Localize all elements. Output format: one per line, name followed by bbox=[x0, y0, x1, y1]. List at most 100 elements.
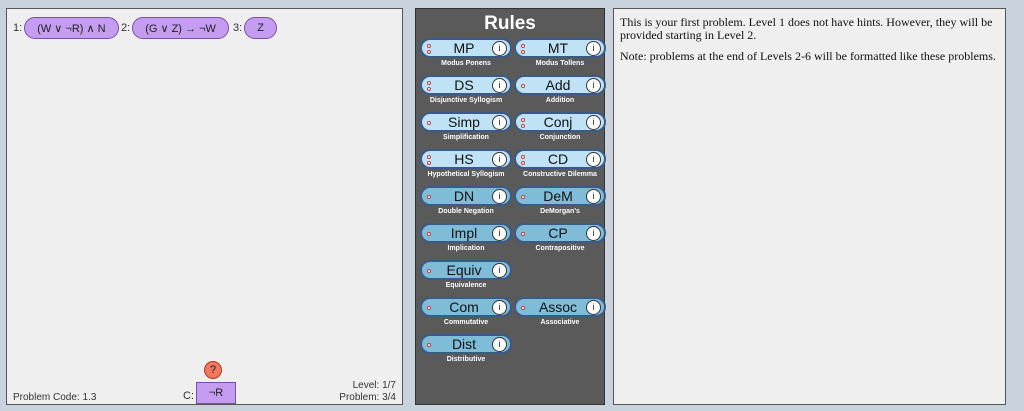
progress-info: Level: 1/7 Problem: 3/4 bbox=[339, 380, 396, 404]
conclusion-box: ¬R bbox=[196, 382, 236, 404]
slot-dot-icon bbox=[427, 120, 431, 125]
slot-dot-icon bbox=[521, 154, 525, 159]
rule-button-hs[interactable]: HS i bbox=[420, 149, 512, 169]
slot-dot-icon bbox=[427, 268, 431, 273]
slot-dot-icon bbox=[427, 154, 431, 159]
info-icon[interactable]: i bbox=[492, 41, 507, 56]
rule-name: DeMorgan's bbox=[540, 208, 580, 215]
rule-name: Distributive bbox=[446, 356, 486, 363]
rule-abbr: DN bbox=[453, 188, 475, 204]
premise-slots-icon bbox=[427, 79, 432, 92]
rule-name: Addition bbox=[545, 97, 575, 104]
premise-slots-icon bbox=[521, 116, 526, 129]
premise-slots-icon bbox=[521, 227, 526, 240]
premise-formula[interactable]: Z bbox=[244, 17, 277, 39]
conclusion-label: C: bbox=[183, 390, 194, 402]
rule-abbr: DS bbox=[454, 77, 474, 93]
rule-name: Contrapositive bbox=[535, 245, 585, 252]
rules-title: Rules bbox=[484, 13, 536, 34]
rule-abbr: CP bbox=[548, 225, 568, 241]
slot-dot-icon bbox=[521, 305, 525, 310]
problem-code: Problem Code: 1.3 bbox=[13, 392, 97, 403]
rule-button-dn[interactable]: DN i bbox=[420, 186, 512, 206]
premise-slots-icon bbox=[427, 264, 432, 277]
slot-dot-icon bbox=[427, 43, 431, 48]
rule-abbr: DeM bbox=[543, 188, 573, 204]
note-text: Note: problems at the end of Levels 2-6 … bbox=[620, 49, 996, 63]
slot-dot-icon bbox=[521, 231, 525, 236]
rule-button-cd[interactable]: CD i bbox=[514, 149, 606, 169]
info-icon[interactable]: i bbox=[492, 263, 507, 278]
rule-name: Modus Ponens bbox=[441, 60, 491, 67]
instructions-panel: This is your first problem. Level 1 does… bbox=[613, 8, 1006, 405]
info-icon[interactable]: i bbox=[586, 41, 601, 56]
rule-button-add[interactable]: Add i bbox=[514, 75, 606, 95]
info-icon[interactable]: i bbox=[586, 152, 601, 167]
info-icon[interactable]: i bbox=[492, 226, 507, 241]
rule-button-ds[interactable]: DS i bbox=[420, 75, 512, 95]
rule-abbr: Simp bbox=[448, 114, 480, 130]
slot-dot-icon bbox=[427, 86, 431, 91]
slot-dot-icon bbox=[521, 123, 525, 128]
info-icon[interactable]: i bbox=[492, 300, 507, 315]
problem-indicator: Problem: 3/4 bbox=[339, 392, 396, 403]
premise-slots-icon bbox=[427, 338, 432, 351]
slot-dot-icon bbox=[427, 194, 431, 199]
help-icon[interactable]: ? bbox=[204, 361, 222, 379]
rule-button-com[interactable]: Com i bbox=[420, 297, 512, 317]
premise-formula[interactable]: (W ∨ ¬R) ∧ N bbox=[24, 17, 119, 39]
info-icon[interactable]: i bbox=[492, 152, 507, 167]
slot-dot-icon bbox=[521, 49, 525, 54]
rule-abbr: Assoc bbox=[538, 299, 578, 315]
rules-panel: Rules MP i Modus Ponens MT i Modus Tollens DS i… bbox=[415, 8, 606, 405]
rule-button-impl[interactable]: Impl i bbox=[420, 223, 512, 243]
rule-name: Constructive Dilemma bbox=[523, 171, 597, 178]
slot-dot-icon bbox=[521, 43, 525, 48]
info-icon[interactable]: i bbox=[492, 337, 507, 352]
info-icon[interactable]: i bbox=[492, 189, 507, 204]
premise-slots-icon bbox=[521, 42, 526, 55]
slot-dot-icon bbox=[427, 342, 431, 347]
info-icon[interactable]: i bbox=[586, 115, 601, 130]
premise-slots-icon bbox=[427, 116, 432, 129]
rule-button-simp[interactable]: Simp i bbox=[420, 112, 512, 132]
rule-name: Disjunctive Syllogism bbox=[429, 97, 503, 104]
slot-dot-icon bbox=[427, 160, 431, 165]
info-icon[interactable]: i bbox=[492, 115, 507, 130]
rule-button-dist[interactable]: Dist i bbox=[420, 334, 512, 354]
rule-abbr: HS bbox=[454, 151, 474, 167]
rule-button-equiv[interactable]: Equiv i bbox=[420, 260, 512, 280]
rule-button-mp[interactable]: MP i bbox=[420, 38, 512, 58]
rule-abbr: Dist bbox=[451, 336, 477, 352]
premise-3: 3: Z bbox=[233, 17, 277, 39]
info-icon[interactable]: i bbox=[586, 300, 601, 315]
rule-button-cp[interactable]: CP i bbox=[514, 223, 606, 243]
rule-abbr: Com bbox=[449, 299, 479, 315]
rule-button-dem[interactable]: DeM i bbox=[514, 186, 606, 206]
rule-button-conj[interactable]: Conj i bbox=[514, 112, 606, 132]
slot-dot-icon bbox=[521, 117, 525, 122]
info-icon[interactable]: i bbox=[586, 189, 601, 204]
slot-dot-icon bbox=[521, 160, 525, 165]
rule-button-mt[interactable]: MT i bbox=[514, 38, 606, 58]
premise-1: 1: (W ∨ ¬R) ∧ N bbox=[13, 17, 119, 39]
premise-2: 2: (G ∨ Z) → ¬W bbox=[121, 17, 229, 39]
info-icon[interactable]: i bbox=[492, 78, 507, 93]
premise-slots-icon bbox=[521, 301, 526, 314]
slot-dot-icon bbox=[427, 305, 431, 310]
info-icon[interactable]: i bbox=[586, 78, 601, 93]
premise-slots-icon bbox=[427, 227, 432, 240]
premise-slots-icon bbox=[521, 153, 526, 166]
slot-dot-icon bbox=[521, 83, 525, 88]
premise-number: 2: bbox=[121, 22, 131, 34]
rule-abbr: CD bbox=[547, 151, 569, 167]
slot-dot-icon bbox=[427, 231, 431, 236]
premise-slots-icon bbox=[427, 153, 432, 166]
premise-formula[interactable]: (G ∨ Z) → ¬W bbox=[132, 17, 229, 39]
slot-dot-icon bbox=[427, 49, 431, 54]
rule-button-assoc[interactable]: Assoc i bbox=[514, 297, 606, 317]
premise-slots-icon bbox=[521, 79, 526, 92]
rule-abbr: Impl bbox=[450, 225, 478, 241]
info-icon[interactable]: i bbox=[586, 226, 601, 241]
rule-name: Equivalence bbox=[445, 282, 487, 289]
